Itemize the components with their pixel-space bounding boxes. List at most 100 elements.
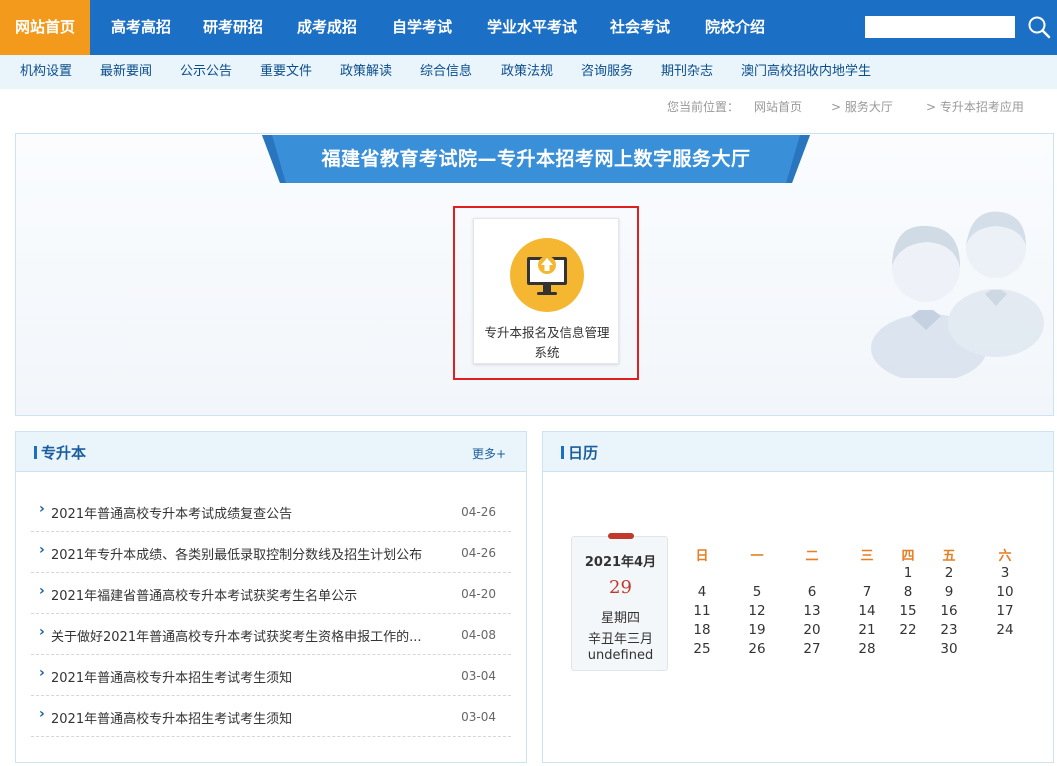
nav-item-shehui[interactable]: 社会考试 [598,0,682,55]
news-item-title[interactable]: 2021年普通高校专升本招生考试考生须知 [51,708,451,727]
chevron-right-icon: › [39,542,45,558]
news-item-date: 04-08 [461,628,496,642]
today-day: 29 [609,577,632,598]
calendar-day[interactable]: 11 [687,602,717,620]
calendar-weekday-header: 三 [860,549,874,564]
calendar-panel: 日历 2021年4月 29 星期四 辛丑年三月 undefined 日 一 二 三 四 五… [542,431,1054,763]
news-item-title[interactable]: 关于做好2021年普通高校专升本考试获奖考生资格申报工作的... [51,626,451,645]
calendar-day[interactable]: 26 [742,640,772,658]
calendar-day[interactable]: 20 [797,621,827,639]
news-item-title[interactable]: 2021年普通高校专升本招生考试考生须知 [51,667,451,686]
news-panel: 专升本 更多+ › 2021年普通高校专升本考试成绩复查公告 04-26 › 2… [15,431,527,763]
sub-nav-item[interactable]: 最新要闻 [100,55,152,89]
calendar-panel-header: 日历 [543,432,1053,472]
search-icon[interactable] [1026,13,1052,41]
calendar-day-today[interactable]: 29 [893,640,923,658]
calendar-day[interactable]: 7 [852,583,882,601]
sub-nav-item[interactable]: 政策解读 [340,55,392,89]
calendar-weekday-header: 五 [942,549,956,564]
calendar-day[interactable]: 25 [687,640,717,658]
news-panel-title: 专升本 [34,442,86,463]
sub-nav-item[interactable]: 咨询服务 [581,55,633,89]
sub-nav-item[interactable]: 政策法规 [501,55,553,89]
calendar-day[interactable]: 4 [687,583,717,601]
news-item-date: 03-04 [461,710,496,724]
calendar-day[interactable]: 30 [934,640,964,658]
calendar-day[interactable]: 28 [852,640,882,658]
zsb-system-label: 专升本报名及信息管理 系统 [484,325,610,360]
calendar-day[interactable]: 2 [934,564,964,582]
news-item-title[interactable]: 2021年普通高校专升本考试成绩复查公告 [51,503,451,522]
customer-service-agents-icon [871,211,1044,378]
nav-item-xueye[interactable]: 学业水平考试 [474,0,590,55]
nav-item-yankao[interactable]: 研考研招 [190,0,276,55]
top-nav: 网站首页 高考高招 研考研招 成考成招 自学考试 学业水平考试 社会考试 院校介… [0,0,1057,55]
news-item[interactable]: › 关于做好2021年普通高校专升本考试获奖考生资格申报工作的... 04-08 [31,614,511,655]
sub-nav-item[interactable]: 期刊杂志 [661,55,713,89]
news-item-title[interactable]: 2021年福建省普通高校专升本考试获奖考生名单公示 [51,585,451,604]
search-input[interactable] [865,16,1015,38]
computer-upload-icon [510,238,584,312]
calendar-day[interactable]: 18 [687,621,717,639]
today-card: 2021年4月 29 星期四 辛丑年三月 undefined [571,533,668,671]
today-extra: undefined [587,648,654,663]
breadcrumb-service-hall[interactable]: > 服务大厅 [831,98,893,115]
sub-nav-item[interactable]: 综合信息 [420,55,472,89]
calendar-day[interactable]: 16 [934,602,964,620]
calendar-day[interactable]: 13 [797,602,827,620]
breadcrumb-home[interactable]: 网站首页 [754,98,802,115]
calendar-day[interactable]: 15 [893,602,923,620]
calendar-day[interactable]: 8 [893,583,923,601]
nav-item-yuanxiao[interactable]: 院校介绍 [690,0,780,55]
calendar-panel-title: 日历 [561,442,598,463]
calendar-weekday-header: 二 [805,549,819,564]
news-item[interactable]: › 2021年福建省普通高校专升本考试获奖考生名单公示 04-20 [31,573,511,614]
calendar-day[interactable]: 24 [990,621,1020,639]
news-item-date: 03-04 [461,669,496,683]
nav-item-zixue[interactable]: 自学考试 [378,0,466,55]
sub-nav-item[interactable]: 重要文件 [260,55,312,89]
calendar-day[interactable]: 6 [797,583,827,601]
calendar-day[interactable]: 23 [934,621,964,639]
calendar-day[interactable]: 1 [893,564,923,582]
calendar-day[interactable]: 14 [852,602,882,620]
sub-nav-item[interactable]: 机构设置 [20,55,72,89]
nav-item-gaokao[interactable]: 高考高招 [98,0,184,55]
sub-nav: 机构设置 最新要闻 公示公告 重要文件 政策解读 综合信息 政策法规 咨询服务 … [0,55,1057,89]
breadcrumb-label: 您当前位置： [667,100,740,114]
calendar-day[interactable]: 12 [742,602,772,620]
calendar-weekday-header: 一 [750,549,764,564]
nav-item-chengkao[interactable]: 成考成招 [284,0,370,55]
chevron-right-icon: › [39,501,45,517]
news-item[interactable]: › 2021年普通高校专升本考试成绩复查公告 04-26 [31,491,511,532]
news-item-date: 04-26 [461,546,496,560]
sub-nav-item[interactable]: 公示公告 [180,55,232,89]
zsb-system-card[interactable]: 专升本报名及信息管理 系统 [473,218,619,364]
sub-nav-item[interactable]: 澳门高校招收内地学生 [741,55,871,89]
news-item[interactable]: › 2021年普通高校专升本招生考试考生须知 03-04 [31,696,511,737]
news-panel-header: 专升本 更多+ [16,432,526,472]
calendar-day[interactable]: 27 [797,640,827,658]
more-link[interactable]: 更多+ [472,445,506,462]
news-item-title[interactable]: 2021年专升本成绩、各类别最低录取控制分数线及招生计划公布 [51,544,451,563]
chevron-right-icon: › [39,706,45,722]
today-year-month: 2021年4月 [584,555,657,570]
calendar-day[interactable]: 17 [990,602,1020,620]
calendar-weekday-header: 四 [901,549,915,564]
calendar-day[interactable]: 3 [990,564,1020,582]
calendar-day[interactable]: 22 [893,621,923,639]
nav-item-home[interactable]: 网站首页 [0,0,90,55]
calendar-day[interactable]: 19 [742,621,772,639]
calendar-weekday-header: 六 [998,549,1012,564]
calendar-day[interactable]: 21 [852,621,882,639]
calendar-ring-icon [608,533,634,539]
chevron-right-icon: › [39,583,45,599]
calendar-day[interactable]: 10 [990,583,1020,601]
today-weekday: 星期四 [600,611,640,626]
calendar-weekday-header: 日 [695,549,709,564]
news-item[interactable]: › 2021年专升本成绩、各类别最低录取控制分数线及招生计划公布 04-26 [31,532,511,573]
chevron-right-icon: › [39,665,45,681]
news-item[interactable]: › 2021年普通高校专升本招生考试考生须知 03-04 [31,655,511,696]
calendar-day[interactable]: 5 [742,583,772,601]
calendar-day[interactable]: 9 [934,583,964,601]
